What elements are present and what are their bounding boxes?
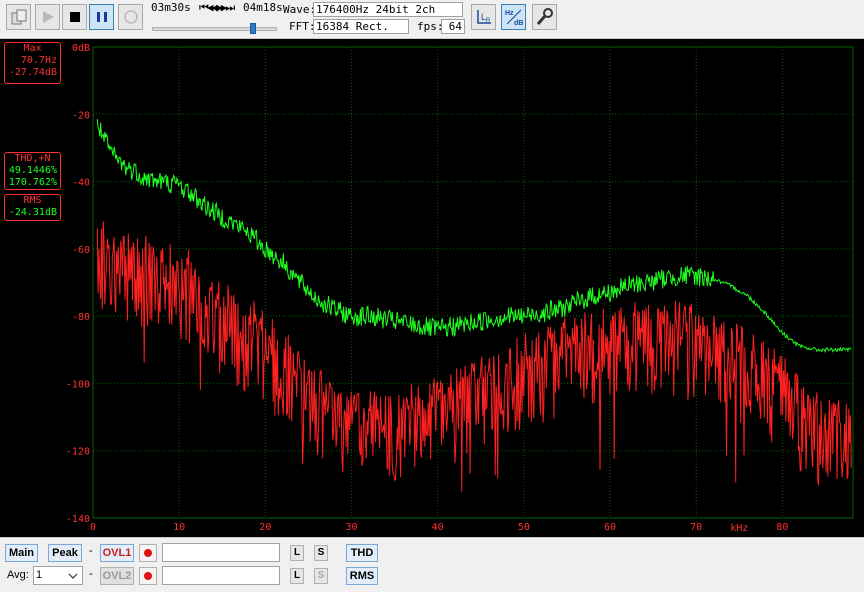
x-tick-label: 20 (259, 522, 271, 533)
rms-button[interactable]: RMS (346, 567, 378, 585)
max-title: Max (23, 43, 42, 54)
rms-readout: RMS -24.31dB (4, 194, 61, 221)
total-time: 04m18s (243, 1, 283, 14)
lr-axis-icon: LR (476, 10, 491, 24)
record-button[interactable] (118, 4, 143, 30)
elapsed-time: 03m30s (151, 1, 191, 14)
y-tick-label: -120 (66, 447, 90, 458)
ovl1-l-button[interactable]: L (290, 545, 304, 561)
thd-readout: THD,+N 49.1446% 170.762% (4, 152, 61, 190)
ovl2-record-icon[interactable] (139, 567, 157, 585)
settings-wrench-icon (536, 8, 553, 25)
copy-icon (11, 9, 26, 25)
thd-title: THD,+N (14, 153, 51, 164)
ovl2-s-button[interactable]: S (314, 568, 328, 584)
y-tick-label: -40 (72, 178, 90, 189)
y-tick-label: -20 (72, 110, 90, 121)
y-tick-label: -60 (72, 245, 90, 256)
dash-separator-2: - (89, 568, 93, 580)
y-tick-label: 0dB (72, 43, 90, 54)
stop-icon (69, 12, 80, 22)
max-level: -27.74dB (8, 67, 57, 78)
hz-db-button[interactable]: Hz dB (501, 4, 526, 30)
thdn-value: 170.762% (8, 177, 57, 188)
position-slider-track[interactable] (152, 27, 277, 31)
wave-label: Wave: (283, 3, 317, 16)
main-button[interactable]: Main (5, 544, 38, 562)
svg-text:dB: dB (514, 20, 523, 27)
record-icon (123, 10, 138, 24)
x-tick-label: 40 (432, 522, 444, 533)
fps-label: fps: (417, 20, 444, 33)
peak-button[interactable]: Peak (48, 544, 82, 562)
x-tick-label: 50 (518, 522, 530, 533)
hz-db-icon: HzdB (505, 9, 523, 27)
svg-text:Hz: Hz (505, 10, 514, 17)
x-axis-label: kHz (730, 523, 748, 534)
toolbar: 03m30s ⏮◀◀▶▶⏭ 04m18s Wave: 176400Hz 24bi… (0, 0, 864, 39)
pause-icon (96, 12, 107, 22)
x-tick-label: 70 (690, 522, 702, 533)
ovl1-name-field[interactable] (162, 543, 280, 562)
settings-button[interactable] (532, 4, 557, 30)
avg-select-value: 1 (36, 569, 43, 581)
spectrum-chart: 0 10 20 30 40 50 60 70 80 0dB -20 -40 -60 -80 -100 -120… (66, 43, 854, 534)
fps-field[interactable]: 64 (441, 19, 465, 34)
copy-button[interactable] (6, 4, 31, 30)
play-icon (42, 11, 54, 23)
rms-title: RMS (23, 195, 42, 206)
play-button[interactable] (35, 4, 60, 30)
ovl2-name-field[interactable] (162, 566, 280, 585)
fft-label: FFT: (289, 20, 316, 33)
peak-hold-series-line (96, 119, 852, 354)
x-tick-label: 60 (604, 522, 616, 533)
ovl2-l-button[interactable]: L (290, 568, 304, 584)
x-tick-label: 80 (776, 522, 788, 533)
lr-axis-button[interactable]: LR (471, 4, 496, 30)
pause-button[interactable] (89, 4, 114, 30)
stop-button[interactable] (62, 4, 87, 30)
ovl2-button[interactable]: OVL2 (100, 567, 134, 585)
ovl1-record-icon[interactable] (139, 544, 157, 562)
skip-controls[interactable]: ⏮◀◀▶▶⏭ (199, 1, 235, 15)
avg-select[interactable]: 1 (33, 566, 83, 585)
thd-value: 49.1446% (8, 165, 57, 176)
y-tick-label: -80 (72, 312, 90, 323)
chevron-down-icon (68, 573, 78, 579)
wave-format-field: 176400Hz 24bit 2ch (313, 2, 463, 17)
max-readout: Max 70.7Hz -27.74dB (4, 42, 61, 84)
max-frequency: 70.7Hz (20, 55, 57, 66)
thd-button[interactable]: THD (346, 544, 378, 562)
plot-frame (92, 46, 854, 519)
position-slider-thumb[interactable] (250, 23, 257, 34)
x-tick-label: 30 (345, 522, 357, 533)
x-tick-label: 0 (90, 522, 96, 533)
avg-label: Avg: (7, 569, 29, 581)
spectrum-plot: 0 10 20 30 40 50 60 70 80 0dB -20 -40 -60 -80 -100 -120… (0, 39, 864, 537)
y-tick-label: -100 (66, 379, 90, 390)
dash-separator: - (89, 545, 93, 557)
y-tick-label: -140 (66, 514, 90, 525)
bottom-controls: Main Peak - OVL1 L S THD Avg: 1 - OVL2 L… (0, 537, 864, 592)
ovl1-button[interactable]: OVL1 (100, 544, 134, 562)
x-tick-label: 10 (173, 522, 185, 533)
fft-setting-field[interactable]: 16384 Rect. (313, 19, 409, 34)
svg-text:R: R (486, 18, 491, 24)
rms-value: -24.31dB (8, 207, 57, 218)
ovl1-s-button[interactable]: S (314, 545, 328, 561)
